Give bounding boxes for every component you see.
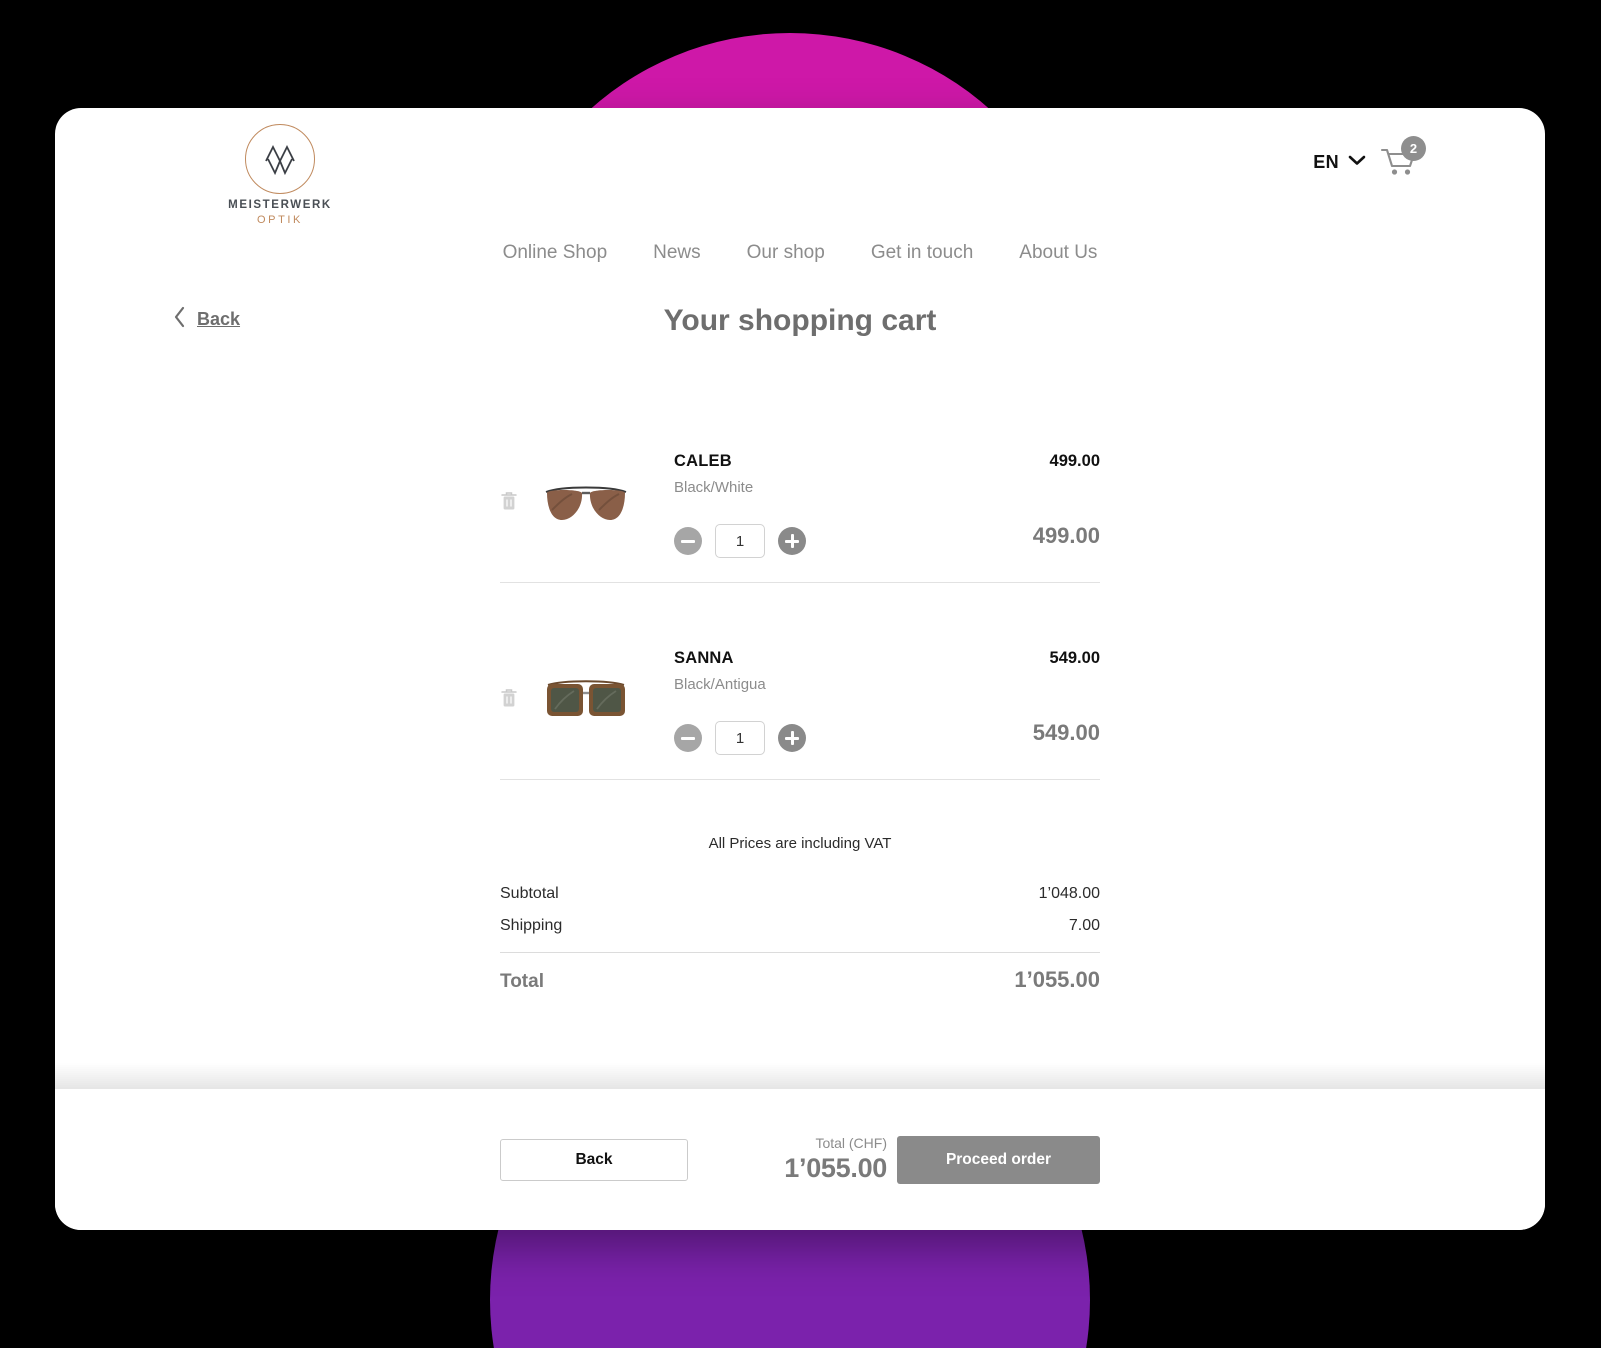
app-window: MEISTERWERK OPTIK EN 2 Online Shop News …	[55, 108, 1545, 1230]
product-thumbnail[interactable]	[542, 645, 642, 730]
total-label: Total	[500, 971, 544, 992]
subtotal-label: Subtotal	[500, 885, 559, 902]
bottom-bar-shadow	[55, 1063, 1545, 1089]
order-summary: All Prices are including VAT Subtotal 1’…	[500, 835, 1100, 993]
brand-logo[interactable]: MEISTERWERK OPTIK	[185, 124, 375, 226]
cart-item-row: SANNA Black/Antigua 1 549.00 549.00	[500, 645, 1100, 780]
chevron-left-icon	[173, 306, 186, 333]
summary-row-shipping: Shipping 7.00	[500, 910, 1100, 942]
product-variant: Black/White	[674, 479, 754, 496]
remove-item-button[interactable]	[500, 645, 542, 714]
subtotal-value: 1’048.00	[1038, 885, 1100, 902]
back-link[interactable]: Back	[173, 306, 240, 333]
back-button[interactable]: Back	[500, 1138, 688, 1181]
quantity-input[interactable]	[715, 721, 765, 755]
nav-item-online-shop[interactable]: Online Shop	[503, 242, 608, 264]
language-label: EN	[1313, 151, 1339, 172]
proceed-order-button[interactable]: Proceed order	[897, 1135, 1100, 1184]
plus-circle-icon[interactable]	[778, 724, 806, 752]
mountain-w-monogram-icon	[245, 124, 315, 194]
line-total: 549.00	[1032, 720, 1100, 745]
trash-icon	[500, 689, 518, 713]
shipping-label: Shipping	[500, 917, 563, 934]
product-pricing: 499.00 499.00	[980, 448, 1100, 549]
product-name: SANNA	[674, 649, 734, 667]
nav-item-our-shop[interactable]: Our shop	[747, 242, 825, 264]
checkout-bar-inner: Back Total (CHF) 1’055.00 Proceed order	[500, 1135, 1100, 1184]
unit-price: 499.00	[1049, 452, 1100, 470]
page-content: MEISTERWERK OPTIK EN 2 Online Shop News …	[55, 108, 1545, 1230]
checkout-total: Total (CHF) 1’055.00	[784, 1135, 887, 1184]
shopping-cart-icon	[1380, 148, 1418, 182]
minus-circle-icon[interactable]	[674, 527, 702, 555]
checkout-total-value: 1’055.00	[784, 1153, 887, 1183]
product-thumbnail[interactable]	[542, 448, 642, 533]
quantity-stepper	[674, 721, 980, 755]
product-pricing: 549.00 549.00	[980, 645, 1100, 746]
back-link-label: Back	[197, 309, 241, 329]
cart-button[interactable]: 2	[1380, 136, 1426, 182]
site-header: MEISTERWERK OPTIK EN 2	[55, 108, 1545, 228]
vat-note: All Prices are including VAT	[708, 835, 892, 852]
remove-item-button[interactable]	[500, 448, 542, 517]
minus-circle-icon[interactable]	[674, 724, 702, 752]
main-navigation: Online Shop News Our shop Get in touch A…	[55, 228, 1545, 264]
product-variant: Black/Antigua	[674, 676, 766, 693]
page-title-row: Back Your shopping cart	[55, 290, 1545, 376]
language-switcher[interactable]: EN	[1313, 152, 1366, 173]
aviator-sunglasses-brown-icon	[542, 486, 630, 532]
cart-items-list: CALEB Black/White 4	[500, 448, 1100, 780]
nav-item-get-in-touch[interactable]: Get in touch	[871, 242, 973, 264]
checkout-bar: Back Total (CHF) 1’055.00 Proceed order	[55, 1089, 1545, 1230]
total-value: 1’055.00	[1014, 967, 1100, 992]
plus-circle-icon[interactable]	[778, 527, 806, 555]
unit-price: 549.00	[1049, 649, 1100, 667]
screen: MEISTERWERK OPTIK EN 2 Online Shop News …	[0, 0, 1601, 1348]
summary-row-subtotal: Subtotal 1’048.00	[500, 878, 1100, 910]
checkout-total-label: Total (CHF)	[815, 1135, 887, 1151]
line-total: 499.00	[1032, 523, 1100, 548]
cart-count-badge: 2	[1401, 136, 1426, 161]
summary-row-total: Total 1’055.00	[500, 952, 1100, 993]
chevron-down-icon	[1348, 153, 1366, 171]
shipping-value: 7.00	[1068, 917, 1100, 934]
cart-item-row: CALEB Black/White 4	[500, 448, 1100, 583]
product-info: SANNA Black/Antigua	[642, 645, 980, 755]
quantity-input[interactable]	[715, 524, 765, 558]
product-name: CALEB	[674, 452, 732, 470]
nav-item-about-us[interactable]: About Us	[1019, 242, 1097, 264]
header-actions: EN 2	[1313, 136, 1426, 182]
brand-subtitle: OPTIK	[256, 213, 303, 226]
product-info: CALEB Black/White	[642, 448, 980, 558]
page-title: Your shopping cart	[663, 304, 937, 337]
brand-name: MEISTERWERK	[228, 199, 332, 211]
trash-icon	[500, 492, 518, 516]
square-sunglasses-tortoise-icon	[542, 680, 630, 729]
nav-item-news[interactable]: News	[653, 242, 701, 264]
quantity-stepper	[674, 524, 980, 558]
